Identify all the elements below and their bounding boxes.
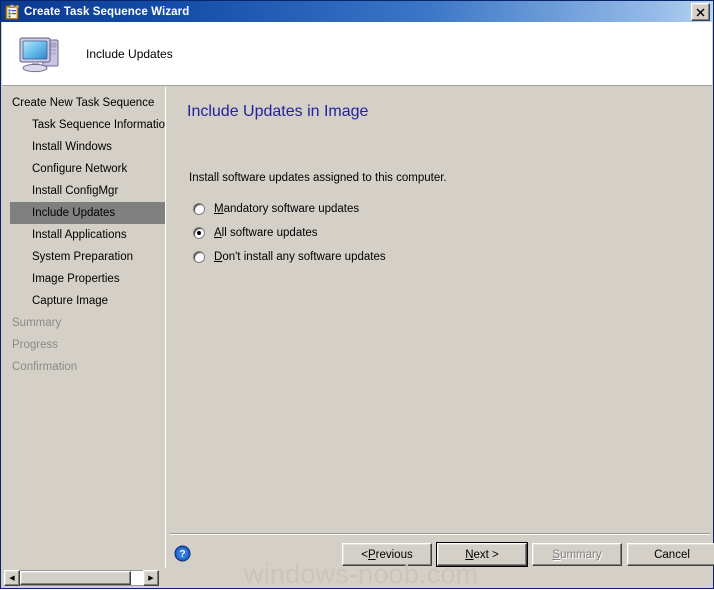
sidebar-item-summary: Summary <box>12 317 62 329</box>
radio-label: Don't install any software updates <box>214 251 386 263</box>
sidebar-item-task-sequence-information[interactable]: Task Sequence Information <box>10 114 165 136</box>
previous-button-prefix: < <box>361 548 368 561</box>
scroll-right-arrow-icon[interactable]: ▶ <box>143 570 159 586</box>
wizard-body: Create New Task Sequence Task Sequence I… <box>2 87 714 588</box>
cancel-button-label: Cancel <box>654 548 690 561</box>
footer-divider <box>170 533 710 535</box>
wizard-step-list: Create New Task Sequence Task Sequence I… <box>2 87 166 568</box>
create-task-sequence-wizard-window: Create Task Sequence Wizard Include Upda… <box>0 0 714 589</box>
radio-option-mandatory-software-updates[interactable]: Mandatory software updates <box>193 197 386 221</box>
window-title: Create Task Sequence Wizard <box>24 5 190 18</box>
page-instruction: Install software updates assigned to thi… <box>189 172 447 184</box>
accel-key: P <box>367 548 376 561</box>
next-button[interactable]: Next > <box>436 542 528 567</box>
sidebar-item-install-applications[interactable]: Install Applications <box>10 224 165 246</box>
task-list-clipboard-icon <box>4 4 20 20</box>
wizard-header-title: Include Updates <box>86 46 173 61</box>
accel-key: S <box>552 548 561 561</box>
accel-key: N <box>465 548 474 561</box>
sidebar-item-install-configmgr[interactable]: Install ConfigMgr <box>10 180 165 202</box>
previous-button[interactable]: < Previous <box>342 543 432 566</box>
sidebar-item-configure-network[interactable]: Configure Network <box>10 158 165 180</box>
sidebar-item-image-properties[interactable]: Image Properties <box>10 268 165 290</box>
radio-label: Mandatory software updates <box>214 203 359 215</box>
cancel-button[interactable]: Cancel <box>627 543 714 566</box>
scrollbar-track[interactable] <box>20 570 143 586</box>
wizard-page-content: Include Updates in Image Install softwar… <box>170 87 712 533</box>
close-icon[interactable] <box>691 3 710 21</box>
radio-button-icon[interactable] <box>193 203 205 215</box>
sidebar-item-capture-image[interactable]: Capture Image <box>10 290 165 312</box>
radio-label-rest: ll software updates <box>221 227 318 239</box>
page-title: Include Updates in Image <box>187 103 369 120</box>
close-x-glyph <box>696 8 705 16</box>
help-question-icon[interactable]: ? <box>174 545 191 562</box>
sidebar-item-progress: Progress <box>12 339 59 351</box>
scrollbar-thumb[interactable] <box>20 571 131 585</box>
accel-key: M <box>214 203 224 215</box>
previous-button-suffix: revious <box>375 548 413 561</box>
radio-label: All software updates <box>214 227 318 239</box>
next-button-suffix: ext > <box>473 548 499 561</box>
wizard-header: Include Updates <box>2 22 712 86</box>
summary-button-suffix: ummary <box>560 548 602 561</box>
sidebar-horizontal-scrollbar[interactable]: ◀ ▶ <box>4 570 159 586</box>
svg-text:?: ? <box>179 549 185 560</box>
radio-button-icon[interactable] <box>193 251 205 263</box>
sidebar-item-system-preparation[interactable]: System Preparation <box>10 246 165 268</box>
title-bar: Create Task Sequence Wizard <box>1 1 713 22</box>
wizard-footer: ? < Previous Next > Summary Cancel <box>170 536 714 588</box>
radio-label-rest: on't install any software updates <box>222 251 386 263</box>
sidebar-item-confirmation: Confirmation <box>12 361 78 373</box>
summary-button: Summary <box>532 543 622 566</box>
scroll-left-arrow-icon[interactable]: ◀ <box>4 570 20 586</box>
radio-button-icon[interactable] <box>193 227 205 239</box>
software-updates-radio-group: Mandatory software updates All software … <box>193 197 386 269</box>
computer-icon <box>16 32 64 76</box>
sidebar-item-include-updates[interactable]: Include Updates <box>10 202 165 224</box>
wizard-step-list-inner: Create New Task Sequence Task Sequence I… <box>10 92 165 378</box>
radio-option-all-software-updates[interactable]: All software updates <box>193 221 386 245</box>
radio-option-dont-install-any-software-updates[interactable]: Don't install any software updates <box>193 245 386 269</box>
sidebar-item-install-windows[interactable]: Install Windows <box>10 136 165 158</box>
radio-label-rest: andatory software updates <box>223 203 360 215</box>
accel-key: A <box>214 227 222 239</box>
sidebar-item-create-new-task-sequence[interactable]: Create New Task Sequence <box>10 92 165 114</box>
